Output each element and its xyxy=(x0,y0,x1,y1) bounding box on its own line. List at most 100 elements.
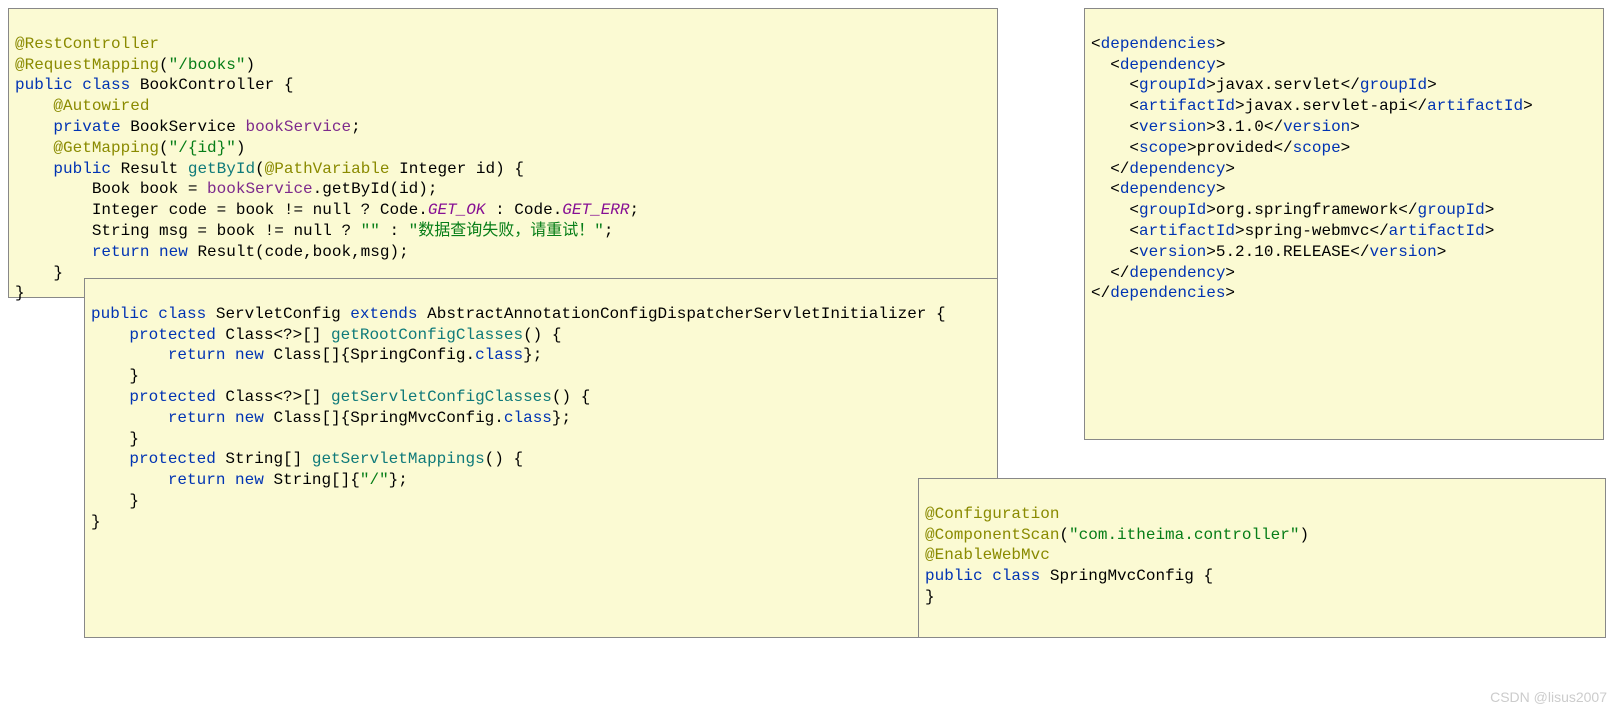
xml-tag: dependency xyxy=(1120,180,1216,198)
annotation: @RequestMapping xyxy=(15,56,159,74)
xml-tag: version xyxy=(1139,118,1206,136)
class-name: AbstractAnnotationConfigDispatcherServle… xyxy=(427,305,926,323)
bracket: > xyxy=(1206,76,1216,94)
code-line: String msg = book != null ? xyxy=(15,222,361,240)
semi: ; xyxy=(604,222,614,240)
bracket: </ xyxy=(1273,139,1292,157)
bracket: > xyxy=(1427,76,1437,94)
string: "/" xyxy=(360,471,389,489)
brace: { xyxy=(1194,567,1213,585)
keyword: protected xyxy=(129,450,215,468)
keyword: return xyxy=(168,346,226,364)
keyword: new xyxy=(159,243,188,261)
call: .getById(id); xyxy=(313,180,438,198)
paren: ( xyxy=(159,56,169,74)
annotation: @GetMapping xyxy=(53,139,159,157)
keyword: public xyxy=(925,567,983,585)
xml-value: org.springframework xyxy=(1216,201,1398,219)
annotation: @Autowired xyxy=(53,97,149,115)
brace: } xyxy=(91,513,101,531)
xml-tag: scope xyxy=(1139,139,1187,157)
brace: { xyxy=(274,76,293,94)
annotation: @EnableWebMvc xyxy=(925,546,1050,564)
bracket: > xyxy=(1485,222,1495,240)
brace: } xyxy=(91,367,139,385)
string: "" xyxy=(361,222,380,240)
xml-tag: artifactId xyxy=(1139,222,1235,240)
xml-tag: dependency xyxy=(1129,264,1225,282)
xml-tag: groupId xyxy=(1360,76,1427,94)
code-line: Book book = xyxy=(15,180,207,198)
xml-tag: dependencies xyxy=(1110,284,1225,302)
xml-tag: dependencies xyxy=(1101,35,1216,53)
keyword: extends xyxy=(350,305,417,323)
bracket: < xyxy=(1129,118,1139,136)
keyword: class xyxy=(992,567,1040,585)
xml-value: provided xyxy=(1197,139,1274,157)
bracket: > xyxy=(1206,201,1216,219)
field-ref: bookService xyxy=(207,180,313,198)
paren: ) xyxy=(236,139,246,157)
keyword: protected xyxy=(129,388,215,406)
keyword: new xyxy=(235,409,264,427)
type: String[] xyxy=(216,450,312,468)
bracket: < xyxy=(1110,56,1120,74)
keyword: class xyxy=(504,409,552,427)
xml-tag: version xyxy=(1369,243,1436,261)
bracket: > xyxy=(1206,243,1216,261)
code-block-spring-mvc-config: @Configuration @ComponentScan("com.ithei… xyxy=(918,478,1606,638)
code-line: : xyxy=(380,222,409,240)
paren: ) xyxy=(245,56,255,74)
keyword: return xyxy=(92,243,150,261)
xml-tag: artifactId xyxy=(1427,97,1523,115)
constant: GET_ERR xyxy=(562,201,629,219)
annotation: @PathVariable xyxy=(265,160,390,178)
keyword: protected xyxy=(129,326,215,344)
params: Integer id) { xyxy=(390,160,524,178)
bracket: </ xyxy=(1398,201,1417,219)
bracket: < xyxy=(1129,76,1139,94)
method: getById xyxy=(188,160,255,178)
bracket: </ xyxy=(1408,97,1427,115)
code-block-servlet-config: public class ServletConfig extends Abstr… xyxy=(84,278,998,638)
bracket: > xyxy=(1216,35,1226,53)
bracket: </ xyxy=(1110,160,1129,178)
brace: }; xyxy=(389,471,408,489)
type: Class<?>[] xyxy=(216,388,331,406)
paren: () { xyxy=(552,388,590,406)
bracket: < xyxy=(1129,243,1139,261)
xml-tag: artifactId xyxy=(1389,222,1485,240)
xml-tag: version xyxy=(1283,118,1350,136)
paren: ( xyxy=(255,160,265,178)
keyword: public xyxy=(91,305,149,323)
brace: } xyxy=(15,284,25,302)
semi: ; xyxy=(351,118,361,136)
xml-tag: groupId xyxy=(1139,201,1206,219)
bracket: > xyxy=(1235,97,1245,115)
keyword: private xyxy=(53,118,120,136)
code-block-book-controller: @RestController @RequestMapping("/books"… xyxy=(8,8,998,298)
bracket: </ xyxy=(1350,243,1369,261)
code-line: Integer code = book != null ? Code. xyxy=(15,201,428,219)
type: Result xyxy=(121,160,179,178)
type: BookService xyxy=(130,118,236,136)
keyword: class xyxy=(158,305,206,323)
keyword: class xyxy=(82,76,130,94)
annotation: @ComponentScan xyxy=(925,526,1059,544)
bracket: </ xyxy=(1110,264,1129,282)
watermark: CSDN @lisus2007 xyxy=(1490,688,1607,706)
string: "com.itheima.controller" xyxy=(1069,526,1299,544)
annotation: @Configuration xyxy=(925,505,1059,523)
paren: () { xyxy=(485,450,523,468)
paren: ( xyxy=(1059,526,1069,544)
string: "数据查询失败，请重试！" xyxy=(409,222,604,240)
bracket: < xyxy=(1110,180,1120,198)
xml-value: javax.servlet-api xyxy=(1245,97,1408,115)
xml-tag: scope xyxy=(1293,139,1341,157)
bracket: > xyxy=(1216,56,1226,74)
keyword: return xyxy=(168,471,226,489)
xml-tag: groupId xyxy=(1417,201,1484,219)
bracket: > xyxy=(1485,201,1495,219)
type: Class<?>[] xyxy=(216,326,331,344)
paren: ) xyxy=(1299,526,1309,544)
